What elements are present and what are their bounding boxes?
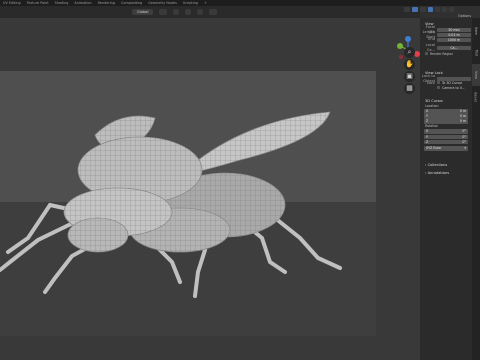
axis-value: 0° — [462, 129, 466, 134]
local-camera-label: Local Ca... — [425, 42, 435, 52]
local-camera-field[interactable]: Ca... — [437, 45, 471, 50]
clip-start-field[interactable]: 0.01 m — [437, 32, 471, 37]
snap-toggle[interactable] — [173, 9, 180, 15]
neg-x-handle[interactable] — [399, 55, 403, 59]
axis-value: 0° — [462, 139, 466, 144]
axis-label: Z — [426, 119, 429, 124]
pivot-point-button[interactable] — [159, 9, 168, 15]
cursor-rotation-y-field[interactable]: Y 0° — [424, 134, 468, 140]
rotation-mode-dropdown[interactable]: XYZ Euler ▾ — [424, 146, 468, 151]
render-region-checkbox[interactable] — [425, 52, 428, 55]
zoom-icon[interactable]: ⌕ — [404, 47, 415, 58]
tab-tool[interactable]: Tool — [472, 42, 480, 64]
camera-to-view-checkbox[interactable] — [437, 86, 440, 89]
tab-tool-label: Tool — [474, 49, 478, 57]
axis-label: Y — [426, 134, 428, 139]
beetle-mesh[interactable] — [0, 18, 420, 360]
pan-hand-icon[interactable]: ✋ — [404, 59, 415, 70]
annotations-section[interactable]: › Annotations — [421, 170, 471, 176]
to-3d-cursor-checkbox[interactable] — [437, 81, 440, 84]
shading-solid-button[interactable] — [428, 7, 433, 12]
view-section: View Focal Length 50 mm Clip Start 0.01 m … — [421, 21, 471, 57]
cursor-location-z-field[interactable]: Z 0 m — [424, 119, 468, 124]
camera-view-icon[interactable]: ▣ — [404, 71, 415, 82]
tab-view-label: View — [474, 70, 479, 80]
cursor-location-y-field[interactable]: Y 0 m — [424, 114, 468, 119]
cursor-location-x-field[interactable]: X 0 m — [424, 109, 468, 114]
shading-material-button[interactable] — [435, 7, 440, 12]
z-axis-handle[interactable] — [405, 36, 411, 42]
render-region-label: Render Region — [430, 52, 454, 56]
y-axis-handle[interactable] — [397, 43, 403, 49]
camera-to-view-label: Camera to V... — [442, 86, 465, 90]
location-label: Location — [425, 104, 439, 108]
collections-title: Collections — [427, 163, 448, 167]
xray-toggle[interactable] — [420, 7, 426, 12]
collections-header[interactable]: › Collections — [421, 162, 471, 168]
sidebar-n-panel: View Focal Length 50 mm Clip Start 0.01 m … — [420, 18, 472, 360]
clip-end-label: End — [428, 37, 435, 41]
axis-value: 0° — [462, 134, 466, 139]
annotations-header[interactable]: › Annotations — [421, 170, 471, 176]
rotation-mode-value: XYZ Euler — [426, 146, 442, 151]
focal-length-field[interactable]: 50 mm — [437, 27, 471, 32]
perspective-toggle-icon[interactable]: ▦ — [404, 83, 415, 94]
3d-viewport[interactable]: ⌕ ✋ ▣ ▦ — [0, 18, 420, 360]
overlays-toggle[interactable] — [412, 7, 418, 12]
viewport-shading-controls — [404, 7, 454, 12]
axis-label: X — [426, 129, 429, 134]
cursor-rotation-x-field[interactable]: X 0° — [424, 129, 468, 134]
shading-options-button[interactable] — [449, 7, 454, 12]
rotation-label: Rotation — [425, 124, 439, 129]
collections-section[interactable]: › Collections — [421, 162, 471, 168]
transform-orientation-dropdown[interactable]: Global — [132, 9, 154, 15]
snap-target-button[interactable] — [185, 9, 192, 15]
shading-rendered-button[interactable] — [442, 7, 447, 12]
clip-end-field[interactable]: 1000 m — [437, 37, 471, 42]
lock-to-object-field[interactable] — [437, 76, 471, 81]
sidebar-tab-strip: Item Tool View Bevel — [472, 18, 480, 360]
axis-value: 0 m — [459, 119, 466, 124]
proportional-falloff-button[interactable] — [209, 9, 218, 15]
viewport-header: Global — [0, 6, 420, 18]
cursor-rotation-z-field[interactable]: Z 0° — [424, 139, 468, 145]
axis-label: Z — [426, 139, 429, 144]
tab-bevel-label: Bevel — [474, 92, 479, 102]
proportional-editing-toggle[interactable] — [197, 9, 204, 15]
show-gizmo-toggle[interactable] — [404, 7, 410, 12]
to-3d-cursor-label: To 3D Cursor — [442, 81, 463, 85]
view-lock-section: View Lock Lock to Object Lock To 3D Curso… — [421, 70, 471, 91]
tab-view[interactable]: View — [472, 64, 480, 86]
tab-item[interactable]: Item — [472, 20, 480, 42]
axis-label: X — [426, 109, 429, 114]
annotations-title: Annotations — [427, 171, 450, 175]
chevron-down-icon: ▾ — [464, 146, 466, 151]
3d-cursor-title: 3D Cursor — [425, 99, 444, 103]
axis-value: 0 m — [459, 114, 466, 119]
lock-label: Lock — [426, 81, 435, 85]
3d-cursor-section: 3D Cursor Location X 0 m Y 0 m Z 0 m Rotati… — [421, 98, 471, 151]
axis-label: Y — [426, 114, 428, 119]
axis-value: 0 m — [459, 109, 466, 114]
tab-item-label: Item — [474, 27, 478, 35]
tab-bevel[interactable]: Bevel — [472, 86, 480, 108]
